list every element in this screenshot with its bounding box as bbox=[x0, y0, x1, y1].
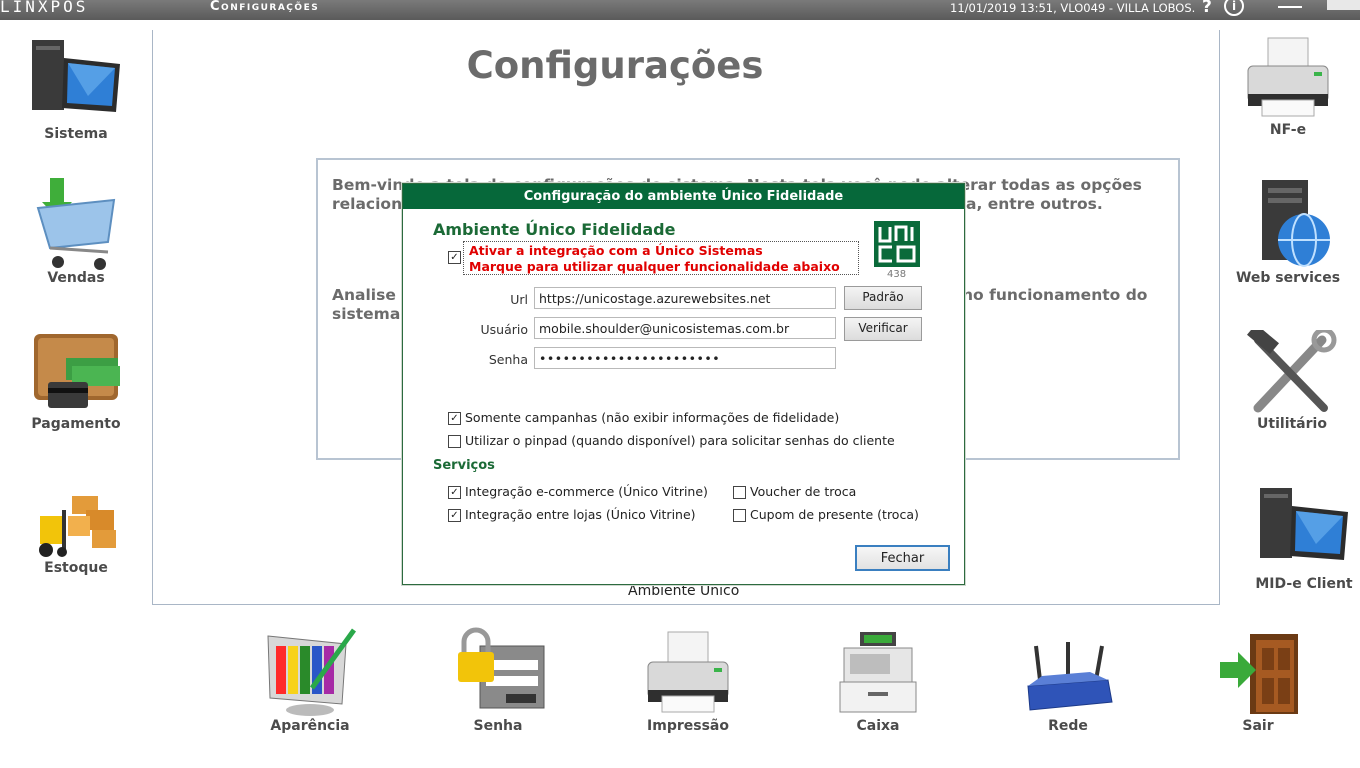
tools-icon bbox=[1247, 330, 1337, 413]
menu-sistema-label: Sistema bbox=[44, 126, 108, 142]
close-button[interactable]: Fechar bbox=[855, 545, 950, 571]
pinpad-checkbox[interactable] bbox=[448, 435, 461, 448]
exit-door-icon bbox=[1220, 634, 1298, 714]
ecommerce-label: Integração e-commerce (Único Vitrine) bbox=[465, 484, 708, 499]
wallet-icon bbox=[34, 334, 120, 408]
menu-mide-client-label: MID-e Client bbox=[1255, 576, 1353, 592]
ecommerce-checkbox[interactable]: ✓ bbox=[448, 486, 461, 499]
window-title: Configurações bbox=[210, 0, 320, 14]
unico-config-dialog: Configuração do ambiente Único Fidelidad… bbox=[402, 183, 965, 585]
user-label: Usuário bbox=[480, 322, 528, 337]
menu-senha[interactable]: Senha bbox=[428, 626, 568, 734]
verificar-button[interactable]: Verificar bbox=[844, 317, 922, 341]
analise-line-1-end: no funcionamento do bbox=[962, 286, 1148, 304]
info-icon[interactable]: i bbox=[1224, 0, 1244, 16]
paint-icon bbox=[267, 628, 357, 716]
forklift-icon bbox=[39, 496, 116, 557]
menu-sair[interactable]: Sair bbox=[1188, 626, 1328, 734]
computer-icon bbox=[1260, 488, 1348, 560]
router-icon bbox=[1027, 642, 1113, 711]
welcome-line-2-end: a, entre outros. bbox=[966, 195, 1103, 213]
cupom-checkbox[interactable] bbox=[733, 509, 746, 522]
menu-web-services[interactable]: Web services bbox=[1218, 178, 1358, 286]
menu-caixa-label: Caixa bbox=[856, 718, 900, 734]
password-field[interactable]: ••••••••••••••••••••••• bbox=[534, 347, 836, 369]
ambient-label: Ambiente Unico bbox=[628, 583, 740, 599]
menu-sair-label: Sair bbox=[1242, 718, 1274, 734]
lojas-checkbox[interactable]: ✓ bbox=[448, 509, 461, 522]
close-window-button[interactable] bbox=[1327, 0, 1360, 10]
menu-estoque[interactable]: Estoque bbox=[6, 490, 146, 576]
url-field[interactable]: https://unicostage.azurewebsites.net bbox=[534, 287, 836, 309]
printer-icon bbox=[647, 631, 729, 713]
version-label: 438 bbox=[887, 269, 907, 280]
campanhas-label: Somente campanhas (não exibir informaçõe… bbox=[465, 410, 840, 425]
app-logo: LINXPOS bbox=[0, 0, 89, 16]
campanhas-checkbox[interactable]: ✓ bbox=[448, 412, 461, 425]
voucher-label: Voucher de troca bbox=[750, 484, 857, 499]
user-field[interactable]: mobile.shoulder@unicosistemas.com.br bbox=[534, 317, 836, 339]
menu-nfe-label: NF-e bbox=[1269, 122, 1307, 138]
menu-impressao-label: Impressão bbox=[647, 718, 729, 734]
voucher-checkbox[interactable] bbox=[733, 486, 746, 499]
lojas-label: Integração entre lojas (Único Vitrine) bbox=[465, 507, 696, 522]
menu-caixa[interactable]: Caixa bbox=[808, 626, 948, 734]
menu-senha-label: Senha bbox=[473, 718, 523, 734]
unico-logo-mark bbox=[874, 221, 920, 267]
password-label: Senha bbox=[488, 352, 528, 367]
title-bar: LINXPOS Configurações 11/01/2019 13:51, … bbox=[0, 0, 1360, 20]
services-title: Serviços bbox=[433, 458, 495, 473]
menu-impressao[interactable]: Impressão bbox=[618, 626, 758, 734]
minimize-button[interactable] bbox=[1278, 0, 1302, 8]
dialog-title: Configuração do ambiente Único Fidelidad… bbox=[403, 184, 964, 209]
unico-logo bbox=[874, 221, 920, 267]
menu-utilitario[interactable]: Utilitário bbox=[1222, 330, 1360, 432]
activate-integration-hint: Marque para utilizar qualquer funcionali… bbox=[469, 259, 840, 274]
page-title: Configurações bbox=[466, 44, 764, 87]
cash-register-icon bbox=[839, 632, 917, 713]
welcome-line-2: relaciona bbox=[332, 195, 413, 213]
analise-line-1: Analise c bbox=[332, 286, 411, 304]
section-title: Ambiente Único Fidelidade bbox=[433, 220, 676, 239]
activate-integration-checkbox[interactable]: ✓ bbox=[448, 251, 461, 264]
analise-line-2: sistema. bbox=[332, 305, 407, 323]
shopping-cart-icon bbox=[36, 178, 116, 270]
printer-icon bbox=[1247, 37, 1329, 117]
menu-aparencia-label: Aparência bbox=[270, 718, 350, 734]
cupom-label: Cupom de presente (troca) bbox=[750, 507, 919, 522]
menu-web-services-label: Web services bbox=[1235, 270, 1341, 286]
server-globe-icon bbox=[1262, 180, 1330, 267]
menu-vendas-label: Vendas bbox=[47, 270, 105, 286]
status-text: 11/01/2019 13:51, VLO049 - VILLA LOBOS. bbox=[950, 1, 1196, 15]
menu-rede[interactable]: Rede bbox=[998, 626, 1138, 734]
menu-utilitario-label: Utilitário bbox=[1257, 416, 1327, 432]
menu-pagamento-label: Pagamento bbox=[31, 416, 121, 432]
menu-mide-client[interactable]: MID-e Client bbox=[1234, 484, 1360, 592]
help-icon[interactable]: ? bbox=[1202, 0, 1212, 17]
activate-integration-label: Ativar a integração com a Único Sistemas bbox=[469, 243, 763, 258]
menu-aparencia[interactable]: Aparência bbox=[240, 626, 380, 734]
padrao-button[interactable]: Padrão bbox=[844, 286, 922, 310]
menu-pagamento[interactable]: Pagamento bbox=[6, 330, 146, 432]
menu-nfe[interactable]: NF-e bbox=[1218, 36, 1358, 138]
menu-estoque-label: Estoque bbox=[44, 560, 108, 576]
url-label: Url bbox=[510, 292, 528, 307]
menu-vendas[interactable]: Vendas bbox=[6, 178, 146, 286]
pinpad-label: Utilizar o pinpad (quando disponível) pa… bbox=[465, 433, 895, 448]
menu-rede-label: Rede bbox=[1048, 718, 1088, 734]
lock-icon bbox=[458, 627, 545, 709]
